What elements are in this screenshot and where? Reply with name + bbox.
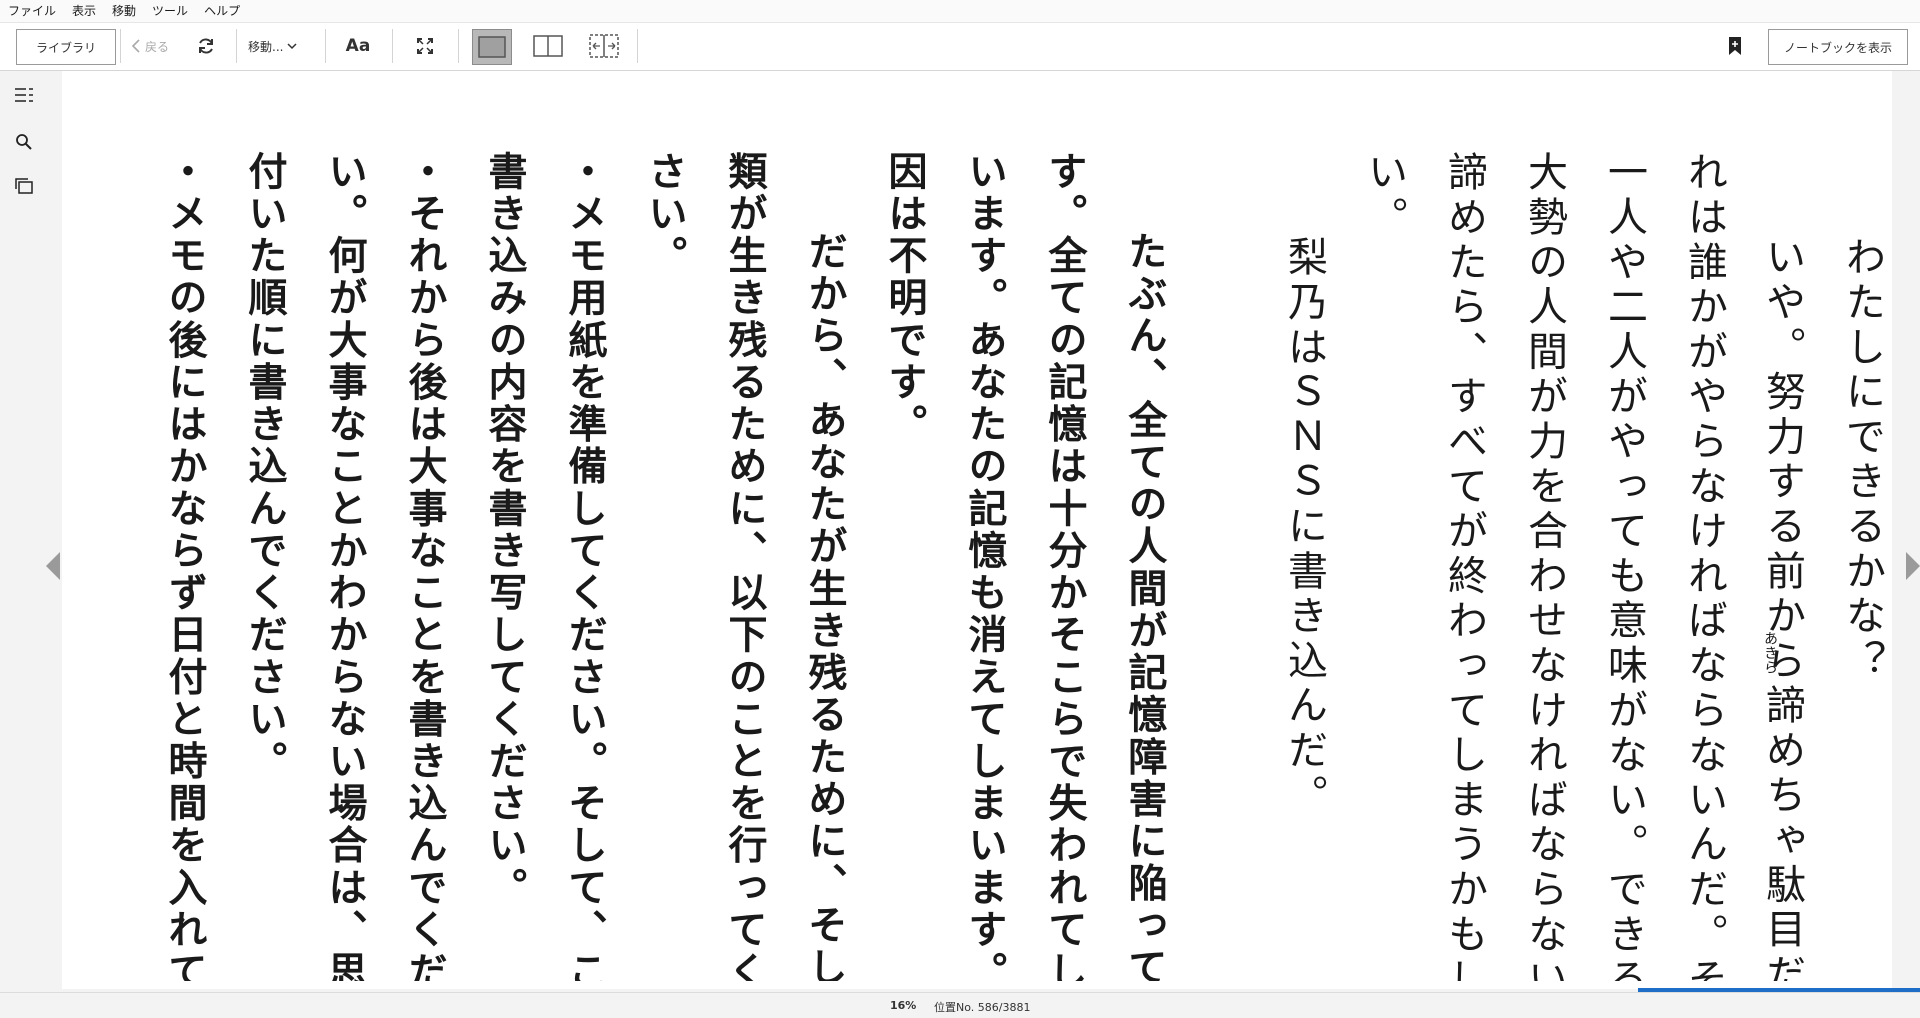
scroll-view-button[interactable] <box>584 29 624 63</box>
fullscreen-button[interactable] <box>408 29 442 63</box>
text-column-bold: さい。 <box>642 151 687 278</box>
location-readout: 位置No. 586/3881 <box>934 1001 1031 1014</box>
search-button[interactable] <box>12 130 36 154</box>
text-column: いや。努力する前から諦めちゃ駄目だ。こ <box>1759 236 1805 981</box>
chevron-down-icon <box>287 43 297 50</box>
text-column-bold: ・メモの後にはかならず日付と時間を入れてく <box>162 151 207 981</box>
text-column-bold: 類が生き残るために、以下のことを行ってくだ <box>722 151 767 981</box>
goto-label: 移動... <box>248 39 284 54</box>
fullscreen-icon <box>417 38 433 54</box>
progress-percent: 16% <box>890 999 917 1012</box>
show-notebook-button[interactable]: ノートブックを表示 <box>1768 29 1908 65</box>
reading-page: わたしにできるかな？ いや。努力する前から諦めちゃ駄目だ。こ あきら れは誰かが… <box>62 71 1892 989</box>
flashcards-icon <box>15 178 33 194</box>
text-column: わたしにできるかな？ <box>1839 236 1885 684</box>
toolbar-divider <box>458 29 459 63</box>
ruby-annotation: あきら <box>1762 631 1778 676</box>
text-column: 大勢の人間が力を合わせなければならない。今、 <box>1521 151 1567 981</box>
menu-go[interactable]: 移動 <box>104 0 144 22</box>
two-column-button[interactable] <box>528 29 568 63</box>
text-column: 梨乃はＳＮＳに書き込んだ。 <box>1281 236 1327 819</box>
toc-icon <box>15 88 33 102</box>
toolbar-divider <box>236 29 237 63</box>
chevron-left-icon <box>131 39 140 53</box>
text-column-bold: 書き込みの内容を書き写してください。 <box>482 151 527 910</box>
search-icon <box>16 134 32 150</box>
menu-help[interactable]: ヘルプ <box>196 0 248 22</box>
text-column-bold: だから、あなたが生き残るために、そして人 <box>802 231 847 981</box>
single-column-icon <box>478 36 506 58</box>
back-button[interactable]: 戻る <box>126 29 174 63</box>
goto-dropdown[interactable]: 移動... <box>248 29 314 63</box>
status-bar: 16% 位置No. 586/3881 <box>0 992 1920 1018</box>
flashcards-button[interactable] <box>12 174 36 198</box>
page-text: わたしにできるかな？ いや。努力する前から諦めちゃ駄目だ。こ あきら れは誰かが… <box>102 151 1892 981</box>
toolbar-divider <box>325 29 326 63</box>
back-label: 戻る <box>144 39 169 54</box>
text-column-bold: い。何が大事なことかわからない場合は、思い <box>322 151 367 981</box>
text-column: 一人や二人がやっても意味がない。できるだけ <box>1601 151 1647 981</box>
refresh-icon <box>199 38 213 54</box>
menu-file[interactable]: ファイル <box>0 0 64 22</box>
toolbar-divider <box>637 29 638 63</box>
scroll-view-icon <box>589 34 619 58</box>
text-column: い。 <box>1361 151 1407 241</box>
two-column-icon <box>533 35 563 57</box>
table-of-contents-button[interactable] <box>12 83 36 107</box>
bookmark-button[interactable] <box>1720 29 1750 63</box>
next-page-arrow[interactable] <box>1906 552 1920 580</box>
font-settings-button[interactable]: Aa <box>340 29 376 63</box>
text-column-bold: す。全ての記憶は十分かそこらで失われてしま <box>1042 151 1087 981</box>
single-column-button[interactable] <box>472 29 512 65</box>
bookmark-icon <box>1729 37 1741 55</box>
previous-page-arrow[interactable] <box>46 552 60 580</box>
toolbar-divider <box>392 29 393 63</box>
text-column-bold: たぶん、全ての人間が記憶障害に陥っていま <box>1122 231 1167 981</box>
text-column-bold: 付いた順に書き込んでください。 <box>242 151 287 783</box>
menu-view[interactable]: 表示 <box>64 0 104 22</box>
text-column-bold: ・それから後は大事なことを書き込んでくださ <box>402 151 447 981</box>
menu-bar: ファイル 表示 移動 ツール ヘルプ <box>0 0 1920 23</box>
library-button[interactable]: ライブラリ <box>16 29 116 65</box>
text-column-bold: ・メモ用紙を準備してください。そして、この <box>562 151 607 981</box>
text-column-bold: います。あなたの記憶も消えてしまいます。原 <box>962 151 1007 981</box>
sync-button[interactable] <box>190 29 222 63</box>
text-column: 諦めたら、すべてが終わってしまうかもしれな <box>1441 151 1487 981</box>
toolbar: ライブラリ 戻る 移動... Aa ノートブックを表示 <box>0 23 1920 71</box>
text-column-bold: 因は不明です。 <box>882 151 927 446</box>
text-column: れは誰かがやらなければならないんだ。それも、 <box>1681 151 1727 981</box>
toolbar-divider <box>120 29 121 63</box>
left-sidebar <box>0 71 47 992</box>
menu-tools[interactable]: ツール <box>144 0 196 22</box>
